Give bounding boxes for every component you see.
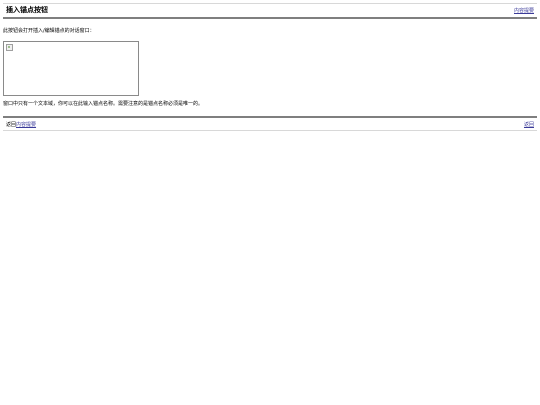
footer-nav-left: 返回内容提要 (6, 122, 36, 129)
dialog-screenshot-image (3, 41, 139, 96)
footer-toc-link[interactable]: 内容提要 (16, 122, 36, 128)
page-header: 插入锚点按钮 内容提要 (3, 4, 537, 17)
page-title: 插入锚点按钮 (6, 6, 48, 14)
bottom-divider (3, 130, 537, 131)
help-page: 插入锚点按钮 内容提要 此按钮会打开插入/编辑锚点的对话窗口： 窗口中只有一个文… (0, 0, 540, 405)
page-footer: 返回内容提要 返回 (3, 119, 537, 130)
back-prefix-label: 返回 (6, 122, 17, 128)
footer-divider (3, 116, 537, 118)
description-paragraph: 窗口中只有一个文本域，你可以在此输入锚点名称。需要注意的是锚点名称必须是唯一的。 (3, 101, 204, 107)
broken-image-icon (6, 44, 13, 51)
footer-back-link[interactable]: 返回 (524, 122, 534, 129)
header-divider (3, 17, 537, 19)
toc-link[interactable]: 内容提要 (514, 7, 534, 15)
intro-paragraph: 此按钮会打开插入/编辑锚点的对话窗口： (3, 28, 95, 34)
